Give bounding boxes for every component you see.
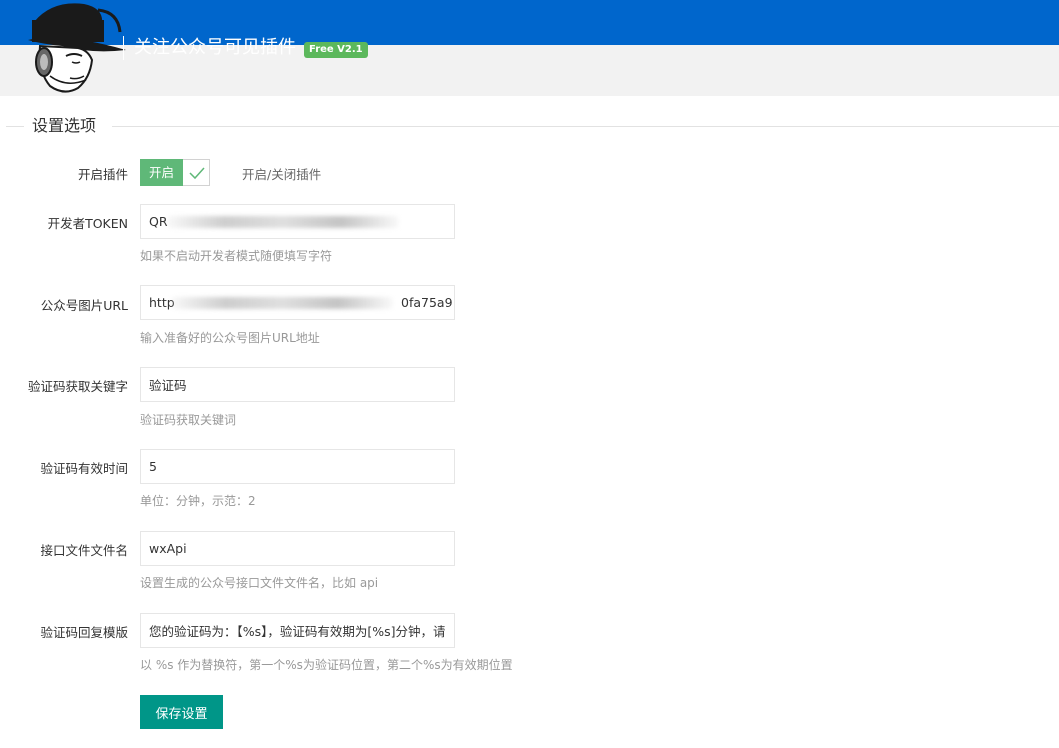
enable-plugin-label: 开启插件 — [77, 167, 128, 182]
plugin-header: 关注公众号可见插件 Free V2.1 — [0, 0, 1059, 96]
reply-template-hint: 以 %s 作为替换符，第一个%s为验证码位置，第二个%s为有效期位置 — [140, 658, 513, 672]
redaction-blur — [171, 297, 393, 309]
token-input[interactable]: QR — [140, 204, 455, 239]
reply-template-input[interactable] — [140, 613, 455, 648]
version-badge: Free V2.1 — [304, 42, 368, 58]
save-settings-button[interactable]: 保存设置 — [140, 695, 223, 729]
keyword-label: 验证码获取关键字 — [27, 379, 128, 394]
keyword-hint: 验证码获取关键词 — [140, 413, 237, 427]
image-url-input[interactable]: http 0fa75a9 — [140, 285, 455, 320]
plugin-title: 关注公众号可见插件 — [134, 37, 296, 58]
redaction-blur — [167, 216, 399, 228]
enable-plugin-description: 开启/关闭插件 — [242, 167, 322, 182]
reply-template-label: 验证码回复模版 — [40, 625, 128, 640]
token-hint: 如果不启动开发者模式随便填写字符 — [140, 249, 333, 263]
keyword-input[interactable] — [140, 367, 455, 402]
token-value: QR — [149, 214, 168, 229]
switch-on-text: 开启 — [140, 159, 183, 186]
api-filename-label: 接口文件文件名 — [40, 543, 128, 558]
expire-time-hint: 单位：分钟，示范：2 — [140, 494, 256, 508]
token-label: 开发者TOKEN — [47, 216, 128, 231]
check-icon — [189, 167, 205, 180]
title-separator — [123, 36, 124, 60]
expire-time-input[interactable] — [140, 449, 455, 484]
image-url-value-tail: 0fa75a9 — [401, 295, 453, 310]
settings-section-legend: 设置选项 — [0, 115, 1059, 137]
legend-line-left — [6, 126, 24, 127]
api-filename-input[interactable] — [140, 531, 455, 566]
api-filename-hint: 设置生成的公众号接口文件文件名，比如 api — [140, 576, 379, 590]
logo-icon — [28, 3, 126, 93]
image-url-hint: 输入准备好的公众号图片URL地址 — [140, 331, 320, 345]
enable-plugin-switch[interactable]: 开启 — [140, 159, 210, 186]
section-title: 设置选项 — [32, 116, 97, 135]
legend-line-right — [112, 126, 1059, 127]
expire-time-label: 验证码有效时间 — [40, 461, 128, 476]
image-url-label: 公众号图片URL — [40, 298, 128, 313]
